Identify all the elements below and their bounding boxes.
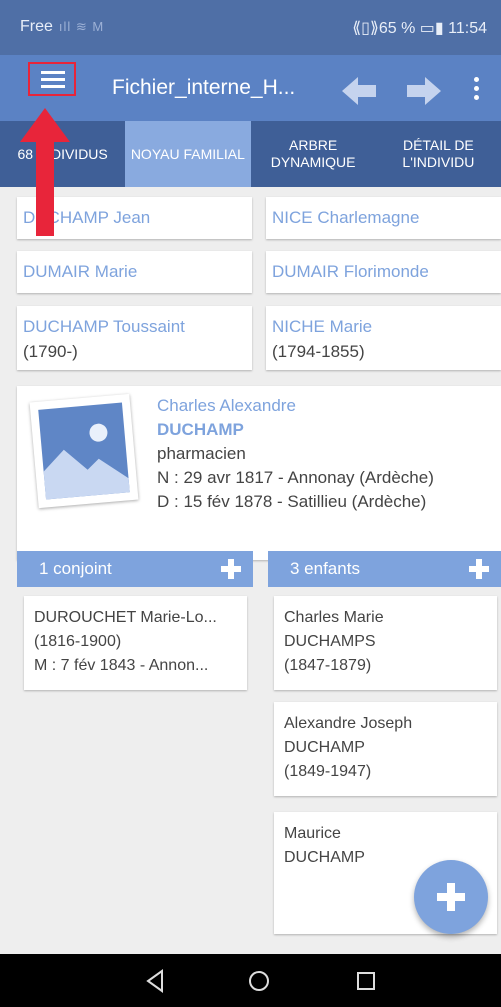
father-card[interactable]: DUCHAMP Toussaint (1790-) xyxy=(17,306,252,370)
menu-icon-bar xyxy=(41,78,65,81)
child-first-names: Alexandre Joseph xyxy=(284,715,413,732)
app-toolbar: Fichier_interne_H... xyxy=(0,55,501,121)
children-count: 3 enfants xyxy=(290,559,360,578)
spouse-section-header: 1 conjoint xyxy=(17,551,253,587)
spouse-name: DUROUCHET Marie-Lo... xyxy=(34,609,217,626)
child-card[interactable]: Alexandre Joseph DUCHAMP (1849-1947) xyxy=(274,702,497,796)
child-surname: DUCHAMP xyxy=(284,739,365,756)
spouse-card[interactable]: DUROUCHET Marie-Lo... (1816-1900) M : 7 … xyxy=(24,596,247,690)
child-first-names: Maurice xyxy=(284,825,341,842)
tab-arbre-dynamique[interactable]: ARBRE DYNAMIQUE xyxy=(251,121,376,187)
person-surname: DUCHAMP xyxy=(157,420,244,439)
back-arrow-icon[interactable] xyxy=(342,77,378,105)
grandparent-card[interactable]: NICE Charlemagne xyxy=(266,197,501,239)
child-years: (1847-1879) xyxy=(284,657,372,674)
child-years: (1849-1947) xyxy=(284,763,372,780)
add-person-fab[interactable] xyxy=(414,860,488,934)
signal-icons: ıll ≋ M xyxy=(58,19,105,34)
status-bar: Free ıll ≋ M ⟪▯⟫65 % ▭▮ 11:54 xyxy=(0,0,501,55)
grandparent-card[interactable]: DUMAIR Marie xyxy=(17,251,252,293)
grandparent-name: DUMAIR Florimonde xyxy=(272,262,429,281)
menu-icon xyxy=(41,71,65,74)
grandparent-name: DUMAIR Marie xyxy=(23,262,138,281)
spouse-count: 1 conjoint xyxy=(39,559,112,578)
home-nav-icon[interactable] xyxy=(248,970,270,992)
status-right: ⟪▯⟫65 % ▭▮ 11:54 xyxy=(352,20,487,37)
hamburger-menu-button[interactable] xyxy=(28,62,76,96)
mother-card[interactable]: NICHE Marie (1794-1855) xyxy=(266,306,501,370)
carrier-label: Free ıll ≋ M xyxy=(20,18,104,36)
forward-arrow-icon[interactable] xyxy=(405,77,441,105)
person-death: D : 15 fév 1878 - Satillieu (Ardèche) xyxy=(157,492,427,511)
spouse-years: (1816-1900) xyxy=(34,633,122,650)
tab-bar: 68 INDIVIDUS NOYAU FAMILIAL ARBRE DYNAMI… xyxy=(0,121,501,187)
tab-detail-individu[interactable]: DÉTAIL DE L'INDIVIDU xyxy=(376,121,501,187)
person-occupation: pharmacien xyxy=(157,444,246,463)
child-surname: DUCHAMPS xyxy=(284,633,376,650)
mother-name: NICHE Marie xyxy=(272,317,373,336)
grandparent-name: NICE Charlemagne xyxy=(272,208,420,227)
child-card[interactable]: Charles Marie DUCHAMPS (1847-1879) xyxy=(274,596,497,690)
system-nav-bar xyxy=(0,954,501,1007)
add-spouse-icon[interactable] xyxy=(221,559,241,579)
current-person-card[interactable]: Charles Alexandre DUCHAMP pharmacien N :… xyxy=(17,386,501,560)
mother-years: (1794-1855) xyxy=(272,342,365,361)
spouse-marriage: M : 7 fév 1843 - Annon... xyxy=(34,657,209,674)
back-nav-icon[interactable] xyxy=(146,969,164,993)
recents-nav-icon[interactable] xyxy=(356,971,376,991)
child-first-names: Charles Marie xyxy=(284,609,384,626)
grandparent-card[interactable]: DUMAIR Florimonde xyxy=(266,251,501,293)
father-name: DUCHAMP Toussaint xyxy=(23,317,185,336)
children-section-header: 3 enfants xyxy=(268,551,501,587)
person-birth: N : 29 avr 1817 - Annonay (Ardèche) xyxy=(157,468,434,487)
photo-placeholder-icon[interactable] xyxy=(29,393,139,509)
add-child-icon[interactable] xyxy=(469,559,489,579)
menu-icon-bar xyxy=(41,85,65,88)
person-first-names: Charles Alexandre xyxy=(157,396,296,415)
carrier-text: Free xyxy=(20,18,53,35)
annotation-arrow-icon xyxy=(20,108,70,236)
overflow-menu-icon[interactable] xyxy=(474,77,480,104)
father-years: (1790-) xyxy=(23,342,78,361)
person-info: Charles Alexandre DUCHAMP pharmacien N :… xyxy=(157,394,434,514)
file-title: Fichier_interne_H... xyxy=(112,76,296,99)
tab-noyau-familial[interactable]: NOYAU FAMILIAL xyxy=(125,121,251,187)
